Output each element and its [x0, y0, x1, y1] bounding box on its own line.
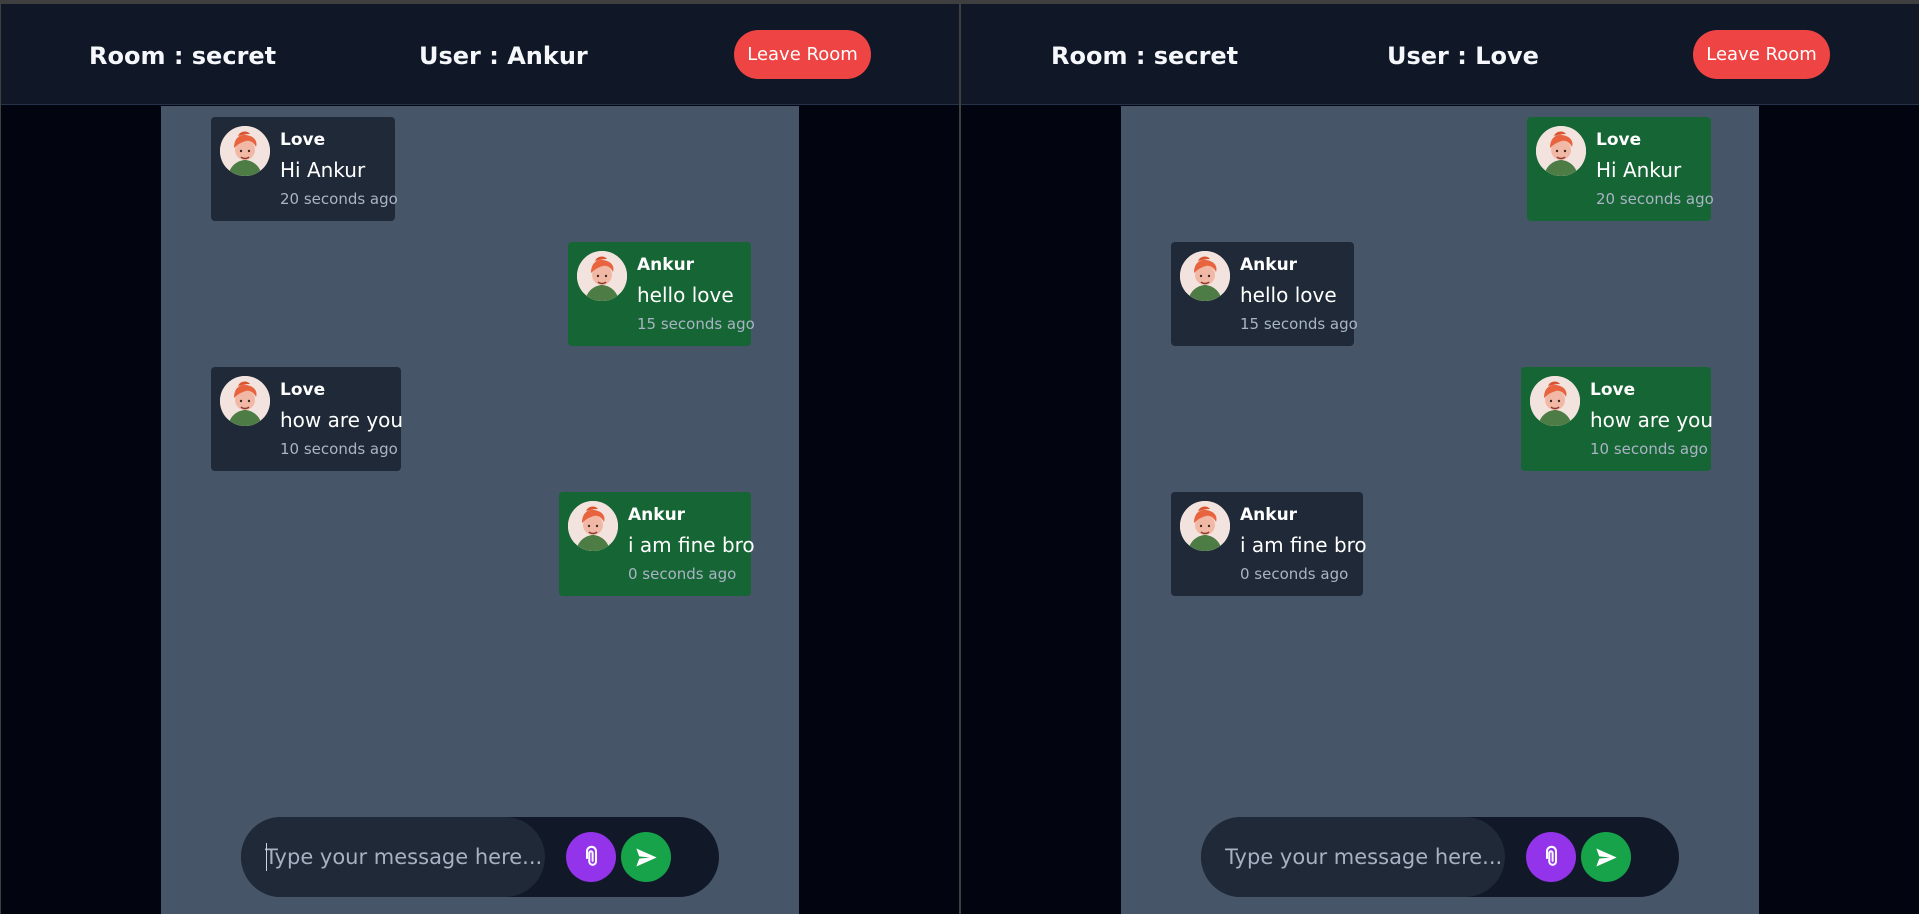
message-composer	[241, 817, 719, 897]
message-bubble: Love how are you 10 seconds ago	[211, 367, 404, 471]
message-content: Ankur i am fine bro 0 seconds ago	[1240, 501, 1367, 587]
message-timestamp: 15 seconds ago	[637, 315, 755, 333]
avatar	[1536, 126, 1586, 176]
message-content: Love Hi Ankur 20 seconds ago	[1596, 126, 1714, 212]
avatar-person-icon	[220, 376, 270, 426]
message-sender: Ankur	[637, 255, 695, 275]
message-content: Love Hi Ankur 20 seconds ago	[280, 126, 398, 212]
send-icon	[635, 848, 657, 866]
message-input[interactable]	[241, 817, 545, 897]
message-text: hello love	[637, 283, 734, 307]
paperclip-icon	[585, 845, 597, 866]
message-sender: Love	[280, 130, 326, 150]
send-button[interactable]	[1581, 832, 1631, 882]
message-text: how are you	[1590, 408, 1714, 432]
chat-messages: Love Hi Ankur 20 seconds ago Ankur hello…	[161, 106, 799, 914]
attach-button[interactable]	[566, 832, 616, 882]
message-sender: Love	[1596, 130, 1642, 150]
send-button[interactable]	[621, 832, 671, 882]
avatar-person-icon	[577, 251, 627, 301]
message-content: Ankur hello love 15 seconds ago	[1240, 251, 1358, 337]
avatar-person-icon	[568, 501, 618, 551]
message-text: Hi Ankur	[1596, 158, 1682, 182]
message-content: Ankur hello love 15 seconds ago	[637, 251, 755, 337]
leave-room-button[interactable]: Leave Room	[734, 30, 871, 79]
message-bubble: Ankur i am fine bro 0 seconds ago	[559, 492, 755, 596]
leave-room-button[interactable]: Leave Room	[1693, 30, 1830, 79]
chat-messages: Love Hi Ankur 20 seconds ago Ankur hello…	[1121, 106, 1759, 914]
message-bubble: Ankur i am fine bro 0 seconds ago	[1171, 492, 1367, 596]
message-bubble: Ankur hello love 15 seconds ago	[1171, 242, 1358, 346]
paperclip-icon	[1545, 845, 1557, 866]
message-bubble: Love Hi Ankur 20 seconds ago	[1527, 117, 1714, 221]
message-timestamp: 20 seconds ago	[280, 190, 398, 208]
avatar-person-icon	[1180, 501, 1230, 551]
message-timestamp: 10 seconds ago	[1590, 440, 1708, 458]
avatar-person-icon	[1180, 251, 1230, 301]
message-text: i am fine bro	[1240, 533, 1367, 557]
message-sender: Ankur	[1240, 505, 1298, 525]
avatar	[220, 376, 270, 426]
message-input[interactable]	[1201, 817, 1505, 897]
chat-header: Room : secret User : Ankur Leave Room	[1, 4, 959, 105]
message-bubble: Love how are you 10 seconds ago	[1521, 367, 1714, 471]
attach-button[interactable]	[1526, 832, 1576, 882]
avatar	[1180, 501, 1230, 551]
user-label: User : Ankur	[419, 42, 588, 70]
text-cursor	[266, 843, 267, 871]
message-content: Ankur i am fine bro 0 seconds ago	[628, 501, 755, 587]
message-text: i am fine bro	[628, 533, 755, 557]
room-label: Room : secret	[1051, 42, 1239, 70]
avatar-person-icon	[1530, 376, 1580, 426]
message-text: hello love	[1240, 283, 1337, 307]
avatar-person-icon	[220, 126, 270, 176]
message-composer	[1201, 817, 1679, 897]
avatar	[220, 126, 270, 176]
message-content: Love how are you 10 seconds ago	[1590, 376, 1714, 462]
message-sender: Love	[280, 380, 326, 400]
message-sender: Ankur	[1240, 255, 1298, 275]
user-label: User : Love	[1387, 42, 1539, 70]
message-timestamp: 10 seconds ago	[280, 440, 398, 458]
room-label: Room : secret	[89, 42, 277, 70]
chat-header: Room : secret User : Love Leave Room	[961, 4, 1919, 105]
message-timestamp: 20 seconds ago	[1596, 190, 1714, 208]
avatar	[577, 251, 627, 301]
chat-pane-ankur: Room : secret User : Ankur Leave Room Lo…	[1, 4, 959, 914]
chat-pane-love: Room : secret User : Love Leave Room Lov…	[961, 4, 1919, 914]
message-bubble: Ankur hello love 15 seconds ago	[568, 242, 755, 346]
message-sender: Ankur	[628, 505, 686, 525]
message-bubble: Love Hi Ankur 20 seconds ago	[211, 117, 398, 221]
message-timestamp: 0 seconds ago	[628, 565, 737, 583]
send-icon	[1595, 848, 1617, 866]
message-text: Hi Ankur	[280, 158, 366, 182]
message-timestamp: 15 seconds ago	[1240, 315, 1358, 333]
message-text: how are you	[280, 408, 404, 432]
avatar-person-icon	[1536, 126, 1586, 176]
avatar	[1530, 376, 1580, 426]
message-content: Love how are you 10 seconds ago	[280, 376, 404, 462]
avatar	[1180, 251, 1230, 301]
split-screen: Room : secret User : Ankur Leave Room Lo…	[0, 0, 1919, 914]
message-sender: Love	[1590, 380, 1636, 400]
message-timestamp: 0 seconds ago	[1240, 565, 1349, 583]
avatar	[568, 501, 618, 551]
